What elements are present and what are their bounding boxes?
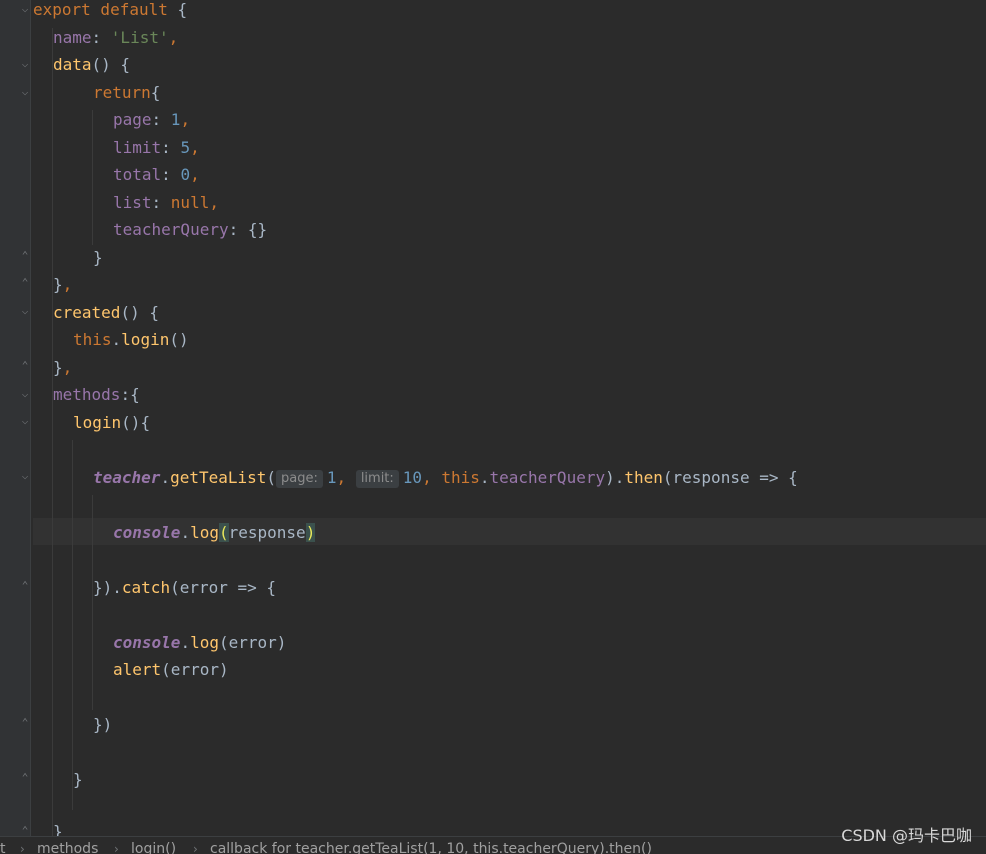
indent-guide — [72, 440, 73, 810]
chevron-right-icon: › — [193, 842, 198, 854]
indent-guide — [92, 495, 93, 710]
code-line: list: null, — [113, 193, 219, 212]
matched-bracket: ) — [305, 523, 316, 542]
code-line: console.log(error) — [113, 633, 287, 652]
breadcrumb-item[interactable]: t — [0, 841, 6, 854]
keyword: export default — [33, 0, 168, 19]
code-line: } — [93, 248, 103, 267]
code-line: teacher.getTeaList(page: 1, limit: 10, thi… — [93, 468, 798, 488]
editor-gutter: ⌵ ⌵ ⌵ ⌃ ⌃ ⌵ ⌃ ⌵ ⌵ ⌵ ⌃ ⌃ ⌃ ⌃ — [0, 0, 30, 853]
parameter-hint-page: page: — [276, 470, 323, 488]
code-line: this.login() — [73, 330, 189, 349]
code-line: }, — [53, 275, 73, 294]
code-line: }, — [53, 358, 73, 377]
code-line: }).catch(error => { — [93, 578, 277, 597]
gutter-separator — [30, 0, 31, 853]
breadcrumb-item-methods[interactable]: methods — [37, 841, 98, 854]
code-line: data() { — [53, 55, 131, 74]
code-line: } — [53, 822, 63, 836]
code-line: alert(error) — [113, 660, 229, 679]
indent-guide — [52, 28, 53, 836]
watermark: CSDN @玛卡巴咖 — [841, 826, 972, 845]
code-line: }) — [93, 715, 113, 734]
code-line: login(){ — [73, 413, 151, 432]
code-line: name: 'List', — [53, 28, 179, 47]
breadcrumb-item-callback[interactable]: callback for teacher.getTeaList(1, 10, t… — [210, 841, 652, 854]
code-line: teacherQuery: {} — [113, 220, 268, 239]
breadcrumb: t › methods › login() › callback for tea… — [0, 836, 986, 854]
code-line: created() { — [53, 303, 159, 322]
code-line: total: 0, — [113, 165, 200, 184]
indent-guide — [92, 110, 93, 245]
parameter-hint-limit: limit: — [355, 470, 399, 488]
code-line-current: console.log(response) — [113, 523, 316, 542]
chevron-right-icon: › — [20, 842, 25, 854]
code-line: methods:{ — [53, 385, 140, 404]
code-line: limit: 5, — [113, 138, 200, 157]
code-editor[interactable]: export default { name: 'List', data() { … — [33, 0, 986, 836]
code-line: export default { — [33, 0, 188, 19]
code-line: } — [73, 770, 83, 789]
matched-bracket: ( — [218, 523, 229, 542]
code-line: page: 1, — [113, 110, 191, 129]
breadcrumb-item-login[interactable]: login() — [131, 841, 176, 854]
code-line: return{ — [93, 83, 161, 102]
chevron-right-icon: › — [114, 842, 119, 854]
